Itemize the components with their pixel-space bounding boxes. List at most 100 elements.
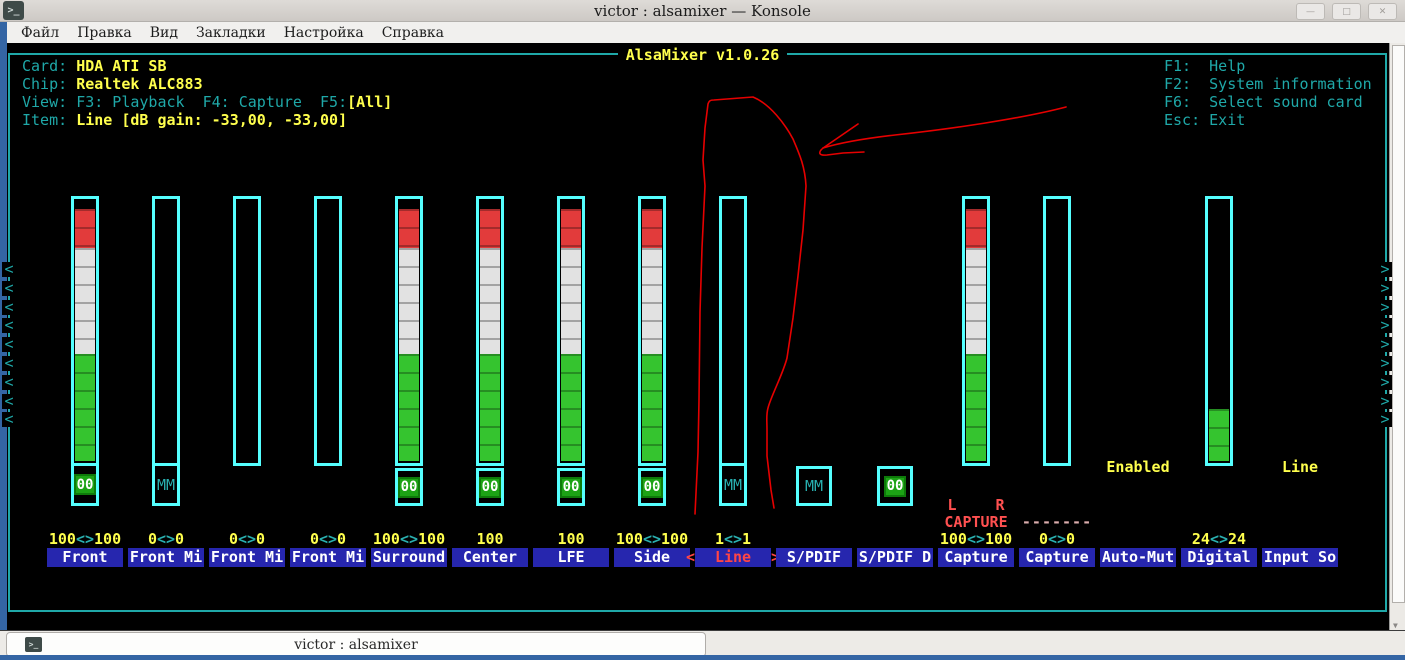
volume-bar[interactable]: MM xyxy=(719,196,747,506)
volume-bar[interactable]: MM xyxy=(152,196,180,506)
channel-1-front: 00 100<>100 Front xyxy=(45,0,125,612)
muted-indicator: MM xyxy=(723,475,743,494)
unmuted-indicator: 00 xyxy=(398,476,420,498)
selected-arrow-left: < xyxy=(686,548,696,566)
value-right: 100 xyxy=(94,530,122,548)
value-left: 0 xyxy=(147,530,157,548)
value-right: 1 xyxy=(742,530,752,548)
volume-fill xyxy=(480,201,500,461)
white-level-segment xyxy=(480,247,500,355)
capture-right-label: R xyxy=(995,496,1005,514)
mute-switch[interactable]: MM xyxy=(719,463,747,503)
channel-values: 100 xyxy=(476,530,504,548)
scrollbar-thumb[interactable] xyxy=(1392,45,1405,603)
capture-flag: CAPTURE xyxy=(944,513,1008,531)
channel-values: 100<>100 xyxy=(369,530,449,548)
value-right: 100 xyxy=(418,530,446,548)
channel-label[interactable]: Front xyxy=(47,548,123,567)
mute-switch[interactable]: 00 xyxy=(877,466,913,506)
volume-bar[interactable] xyxy=(233,196,261,466)
mute-switch[interactable]: 00 xyxy=(476,468,504,506)
channel-label[interactable]: Capture xyxy=(1019,548,1095,567)
red-level-segment xyxy=(561,208,581,248)
value-left: 0 xyxy=(1038,530,1048,548)
capture-flag: ------- xyxy=(1021,513,1093,531)
volume-bar[interactable] xyxy=(476,196,504,466)
scroll-right-icon: > xyxy=(1378,337,1392,352)
mute-switch[interactable]: MM xyxy=(152,463,180,503)
channel-15-digital: 24<>24 Digital xyxy=(1179,0,1259,612)
terminal-tab-label: victor : alsamixer xyxy=(294,636,418,653)
channel-note: Line xyxy=(1281,458,1319,476)
channel-label[interactable]: Digital xyxy=(1181,548,1257,567)
channel-label[interactable]: Front Mi xyxy=(290,548,366,567)
mute-switch[interactable]: MM xyxy=(796,466,832,506)
channel-values: 1<>1 xyxy=(693,530,773,548)
scroll-left-icon: < xyxy=(2,262,16,277)
channel-values: 0<>0 xyxy=(207,530,287,548)
channel-label[interactable]: Front Mi xyxy=(209,548,285,567)
channel-label[interactable]: Side xyxy=(614,548,690,567)
channel-values: 100<>100 xyxy=(612,530,692,548)
scroll-right-icon: > xyxy=(1378,375,1392,390)
volume-bar[interactable] xyxy=(395,196,423,466)
scroll-right-icon: > xyxy=(1378,356,1392,371)
channel-5-surround: 00 100<>100 Surround xyxy=(369,0,449,612)
mute-switch[interactable]: 00 xyxy=(638,468,666,506)
window-border-bottom xyxy=(0,655,1405,660)
value-right: 0 xyxy=(337,530,347,548)
terminal-tab[interactable]: >_ victor : alsamixer xyxy=(6,632,706,657)
volume-bar[interactable] xyxy=(638,196,666,466)
channel-note: Enabled xyxy=(1106,458,1170,476)
mute-switch[interactable]: 00 xyxy=(395,468,423,506)
unmuted-indicator: 00 xyxy=(560,476,582,498)
value-left: 100 xyxy=(939,530,967,548)
channel-8-side: 00 100<>100 Side xyxy=(612,0,692,612)
volume-fill xyxy=(642,201,662,461)
volume-bar[interactable] xyxy=(1043,196,1071,466)
white-level-segment xyxy=(399,247,419,355)
channel-3-front-mi: 0<>0 Front Mi xyxy=(207,0,287,612)
channel-11-s-pdif-d: 00 S/PDIF D xyxy=(855,0,935,612)
channel-7-lfe: 00 100 LFE xyxy=(531,0,611,612)
muted-indicator: MM xyxy=(156,475,176,494)
unmuted-indicator: 00 xyxy=(641,476,663,498)
volume-bar[interactable] xyxy=(1205,196,1233,466)
scrollbar-down-arrow-icon[interactable]: ▼ xyxy=(1393,621,1398,630)
red-level-segment xyxy=(642,208,662,248)
channel-label[interactable]: Capture xyxy=(938,548,1014,567)
mute-switch[interactable]: 00 xyxy=(557,468,585,506)
mute-switch[interactable]: 00 xyxy=(71,463,99,503)
channel-label[interactable]: Auto-Mut xyxy=(1100,548,1176,567)
green-level-segment xyxy=(642,354,662,461)
red-level-segment xyxy=(399,208,419,248)
channel-label[interactable]: Front Mi xyxy=(128,548,204,567)
channel-label[interactable]: LFE xyxy=(533,548,609,567)
scroll-right-icon: > xyxy=(1378,394,1392,409)
value-right: 100 xyxy=(985,530,1013,548)
scroll-left-icon: < xyxy=(2,337,16,352)
volume-bar[interactable] xyxy=(557,196,585,466)
value-separator: <> xyxy=(237,530,257,548)
red-level-segment xyxy=(480,208,500,248)
channel-label[interactable]: S/PDIF xyxy=(776,548,852,567)
white-level-segment xyxy=(966,247,986,355)
volume-bar[interactable] xyxy=(314,196,342,466)
channel-label[interactable]: Input So xyxy=(1262,548,1338,567)
channel-13-capture: ------- 0<>0 Capture xyxy=(1017,0,1097,612)
value-right: 0 xyxy=(1066,530,1076,548)
value-left: 0 xyxy=(309,530,319,548)
channel-label[interactable]: S/PDIF D xyxy=(857,548,933,567)
volume-bar[interactable]: 00 xyxy=(71,196,99,506)
value-right: 0 xyxy=(175,530,185,548)
channel-values: 24<>24 xyxy=(1179,530,1259,548)
unmuted-indicator: 00 xyxy=(884,475,906,497)
scroll-left-icon: < xyxy=(2,394,16,409)
channel-label[interactable]: Surround xyxy=(371,548,447,567)
channel-label[interactable]: Center xyxy=(452,548,528,567)
channel-label[interactable]: Line xyxy=(695,548,771,567)
channel-9-line: MM 1<>1Line<> xyxy=(686,0,780,612)
volume-bar[interactable] xyxy=(962,196,990,466)
close-button[interactable]: ✕ xyxy=(1368,3,1397,20)
white-level-segment xyxy=(75,247,95,355)
